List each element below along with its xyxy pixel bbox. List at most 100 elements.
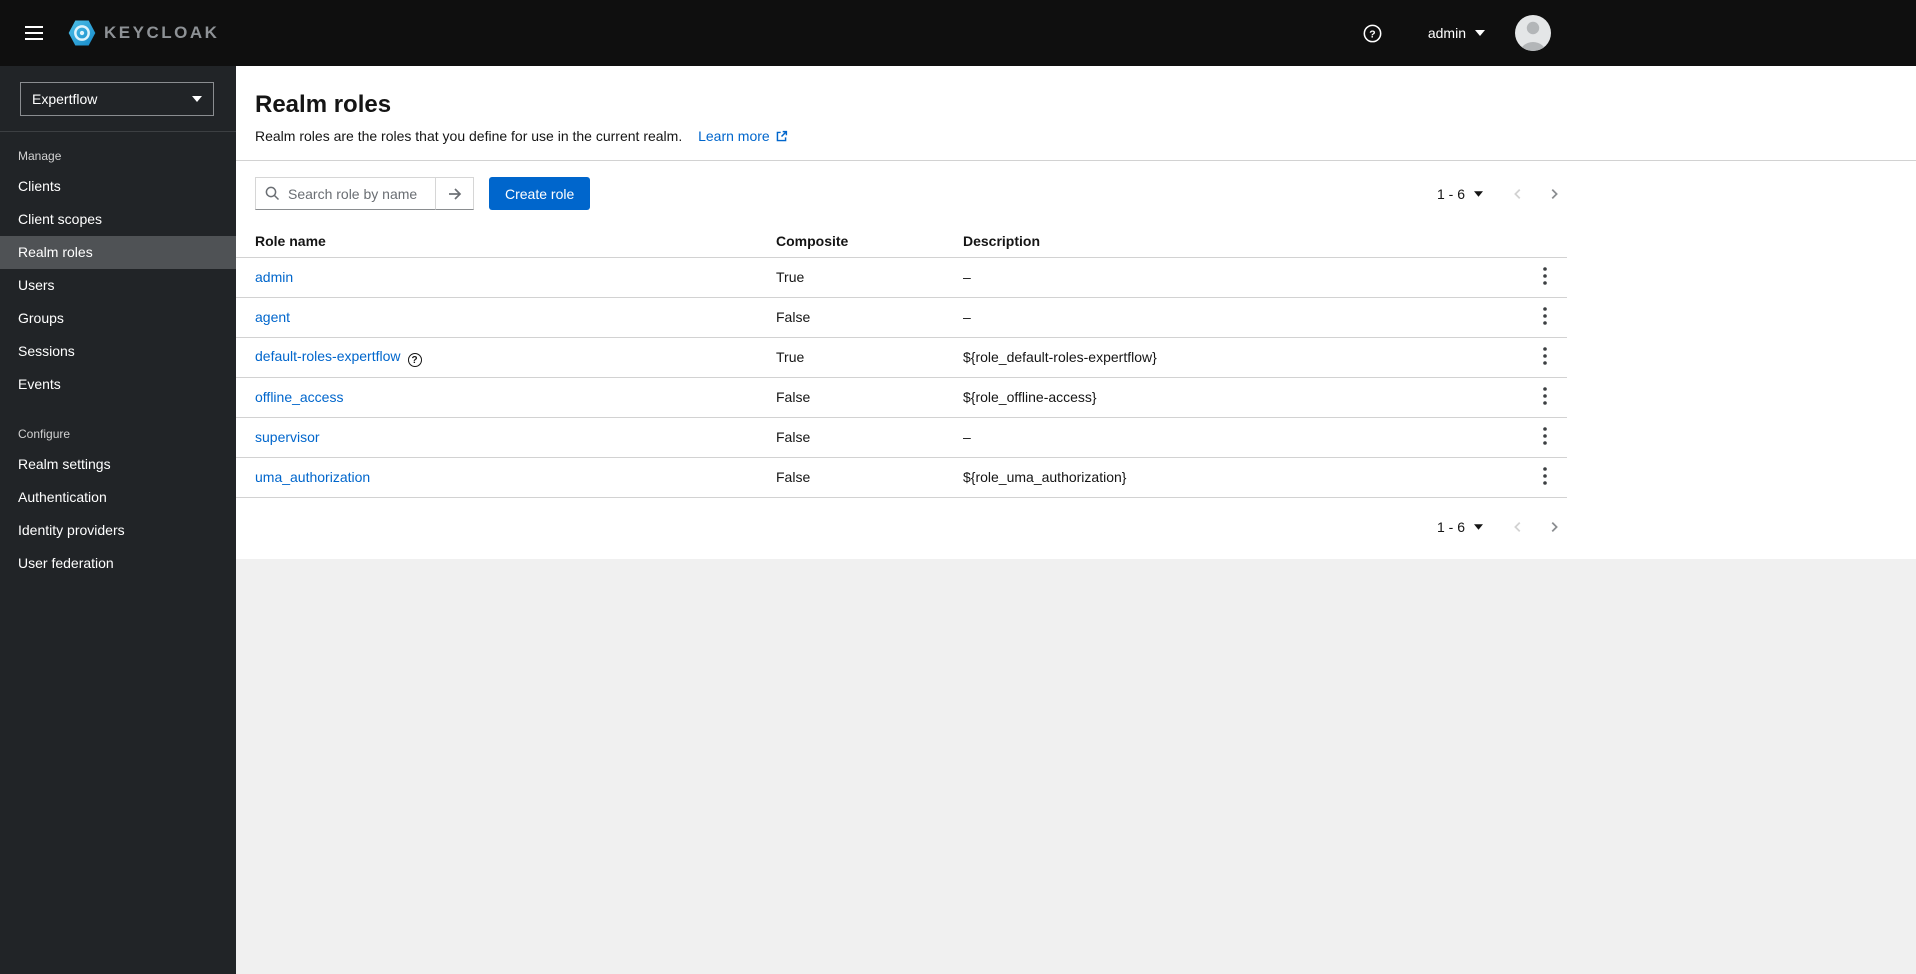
sidebar-nav: Manage Clients Client scopes Realm roles…: [0, 149, 236, 580]
pagination-next-button-bottom[interactable]: [1541, 513, 1567, 541]
pagination-menu-toggle-bottom[interactable]: 1 - 6: [1437, 519, 1483, 535]
table-header-row: Role name Composite Description: [236, 226, 1567, 258]
composite-cell: False: [760, 377, 947, 418]
svg-text:?: ?: [1369, 29, 1375, 40]
description-cell: –: [947, 297, 1519, 338]
sidebar-item-users[interactable]: Users: [0, 269, 236, 302]
roles-card: Create role 1 - 6: [236, 161, 1916, 559]
avatar: [1515, 15, 1551, 51]
pagination-next-button[interactable]: [1541, 180, 1567, 208]
brand-text: KEYCLOAK: [104, 23, 220, 42]
sidebar-item-sessions[interactable]: Sessions: [0, 335, 236, 368]
sidebar: Expertflow Manage Clients Client scopes …: [0, 66, 236, 974]
kebab-menu-button[interactable]: [1537, 265, 1553, 290]
sidebar-item-identity-providers[interactable]: Identity providers: [0, 514, 236, 547]
pagination-range-label: 1 - 6: [1436, 519, 1465, 535]
role-link[interactable]: uma_authorization: [255, 469, 370, 485]
table-row: offline_access False ${role_offline-acce…: [236, 377, 1567, 418]
table-row: default-roles-expertflow? True ${role_de…: [236, 337, 1567, 378]
arrow-right-icon: [447, 186, 463, 202]
pagination-prev-button[interactable]: [1505, 180, 1531, 208]
pagination-top: 1 - 6: [1437, 180, 1567, 208]
table-row: uma_authorization False ${role_uma_autho…: [236, 457, 1567, 498]
sidebar-item-realm-settings[interactable]: Realm settings: [0, 448, 236, 481]
table-row: admin True –: [236, 257, 1567, 298]
role-link[interactable]: supervisor: [255, 429, 320, 445]
chevron-down-icon: [1474, 524, 1483, 530]
table-row: agent False –: [236, 297, 1567, 338]
main-content: Realm roles Realm roles are the roles th…: [236, 66, 1916, 974]
column-header-role-name: Role name: [236, 226, 760, 258]
role-link[interactable]: agent: [255, 309, 290, 325]
create-role-button[interactable]: Create role: [489, 177, 591, 210]
chevron-left-icon: [1511, 519, 1525, 535]
page-description: Realm roles are the roles that you defin…: [255, 127, 1892, 146]
kebab-menu-button[interactable]: [1537, 385, 1553, 410]
roles-toolbar: Create role 1 - 6: [236, 161, 1567, 226]
page-background: [236, 559, 1916, 974]
sidebar-item-client-scopes[interactable]: Client scopes: [0, 203, 236, 236]
sidebar-item-user-federation[interactable]: User federation: [0, 547, 236, 580]
column-header-actions: [1519, 226, 1567, 258]
pagination-prev-button-bottom[interactable]: [1505, 513, 1531, 541]
page-header: Realm roles Realm roles are the roles th…: [236, 66, 1916, 160]
help-icon: ?: [1363, 24, 1382, 43]
page-description-text: Realm roles are the roles that you defin…: [255, 128, 683, 144]
chevron-right-icon: [1547, 186, 1561, 202]
roles-table: Role name Composite Description admin Tr…: [236, 226, 1567, 498]
chevron-right-icon: [1547, 519, 1561, 535]
sidebar-item-groups[interactable]: Groups: [0, 302, 236, 335]
kebab-menu-button[interactable]: [1537, 305, 1553, 330]
kebab-menu-button[interactable]: [1537, 345, 1553, 370]
composite-cell: False: [760, 297, 947, 338]
page-title: Realm roles: [255, 91, 392, 118]
role-link[interactable]: offline_access: [255, 389, 343, 405]
learn-more-link[interactable]: Learn more: [698, 127, 788, 146]
realm-selector-wrap: Expertflow: [0, 66, 236, 132]
role-link[interactable]: admin: [255, 269, 293, 285]
masthead: KEYCLOAK ? admin: [0, 0, 1916, 66]
column-header-composite: Composite: [760, 226, 947, 258]
external-link-icon: [775, 130, 788, 143]
learn-more-label: Learn more: [698, 128, 770, 144]
username-label: admin: [1427, 25, 1466, 41]
composite-cell: False: [760, 457, 947, 498]
column-header-description: Description: [947, 226, 1519, 258]
search-input[interactable]: [255, 177, 436, 210]
table-row: supervisor False –: [236, 417, 1567, 458]
description-cell: –: [947, 417, 1519, 458]
chevron-down-icon: [192, 96, 202, 102]
chevron-left-icon: [1511, 186, 1525, 202]
chevron-down-icon: [1475, 30, 1485, 36]
search-icon: [265, 186, 280, 206]
description-cell: ${role_uma_authorization}: [947, 457, 1519, 498]
sidebar-item-events[interactable]: Events: [0, 368, 236, 401]
help-tooltip-icon[interactable]: ?: [407, 353, 422, 368]
keycloak-logo-icon: [67, 18, 97, 48]
chevron-down-icon: [1474, 190, 1483, 197]
nav-section-configure: Configure: [18, 427, 71, 441]
keycloak-logo[interactable]: KEYCLOAK: [67, 18, 219, 48]
composite-cell: True: [760, 257, 947, 298]
sidebar-item-clients[interactable]: Clients: [0, 170, 236, 203]
nav-section-manage: Manage: [18, 149, 62, 163]
role-link[interactable]: default-roles-expertflow: [255, 348, 401, 364]
sidebar-item-realm-roles[interactable]: Realm roles: [0, 236, 236, 269]
pagination-menu-toggle[interactable]: 1 - 6: [1437, 186, 1483, 202]
search-submit-button[interactable]: [436, 177, 474, 210]
pagination-bottom: 1 - 6: [236, 498, 1567, 549]
help-button[interactable]: ?: [1363, 24, 1382, 43]
realm-selector-label: Expertflow: [32, 91, 98, 107]
kebab-menu-button[interactable]: [1537, 425, 1553, 450]
description-cell: ${role_offline-access}: [947, 377, 1519, 418]
description-cell: –: [947, 257, 1519, 298]
description-cell: ${role_default-roles-expertflow}: [947, 337, 1519, 378]
composite-cell: False: [760, 417, 947, 458]
sidebar-item-authentication[interactable]: Authentication: [0, 481, 236, 514]
pagination-range-label: 1 - 6: [1436, 185, 1465, 202]
composite-cell: True: [760, 337, 947, 378]
realm-selector[interactable]: Expertflow: [20, 82, 214, 116]
menu-icon[interactable]: [17, 18, 51, 48]
user-menu-toggle[interactable]: admin: [1428, 25, 1485, 41]
kebab-menu-button[interactable]: [1537, 465, 1553, 490]
